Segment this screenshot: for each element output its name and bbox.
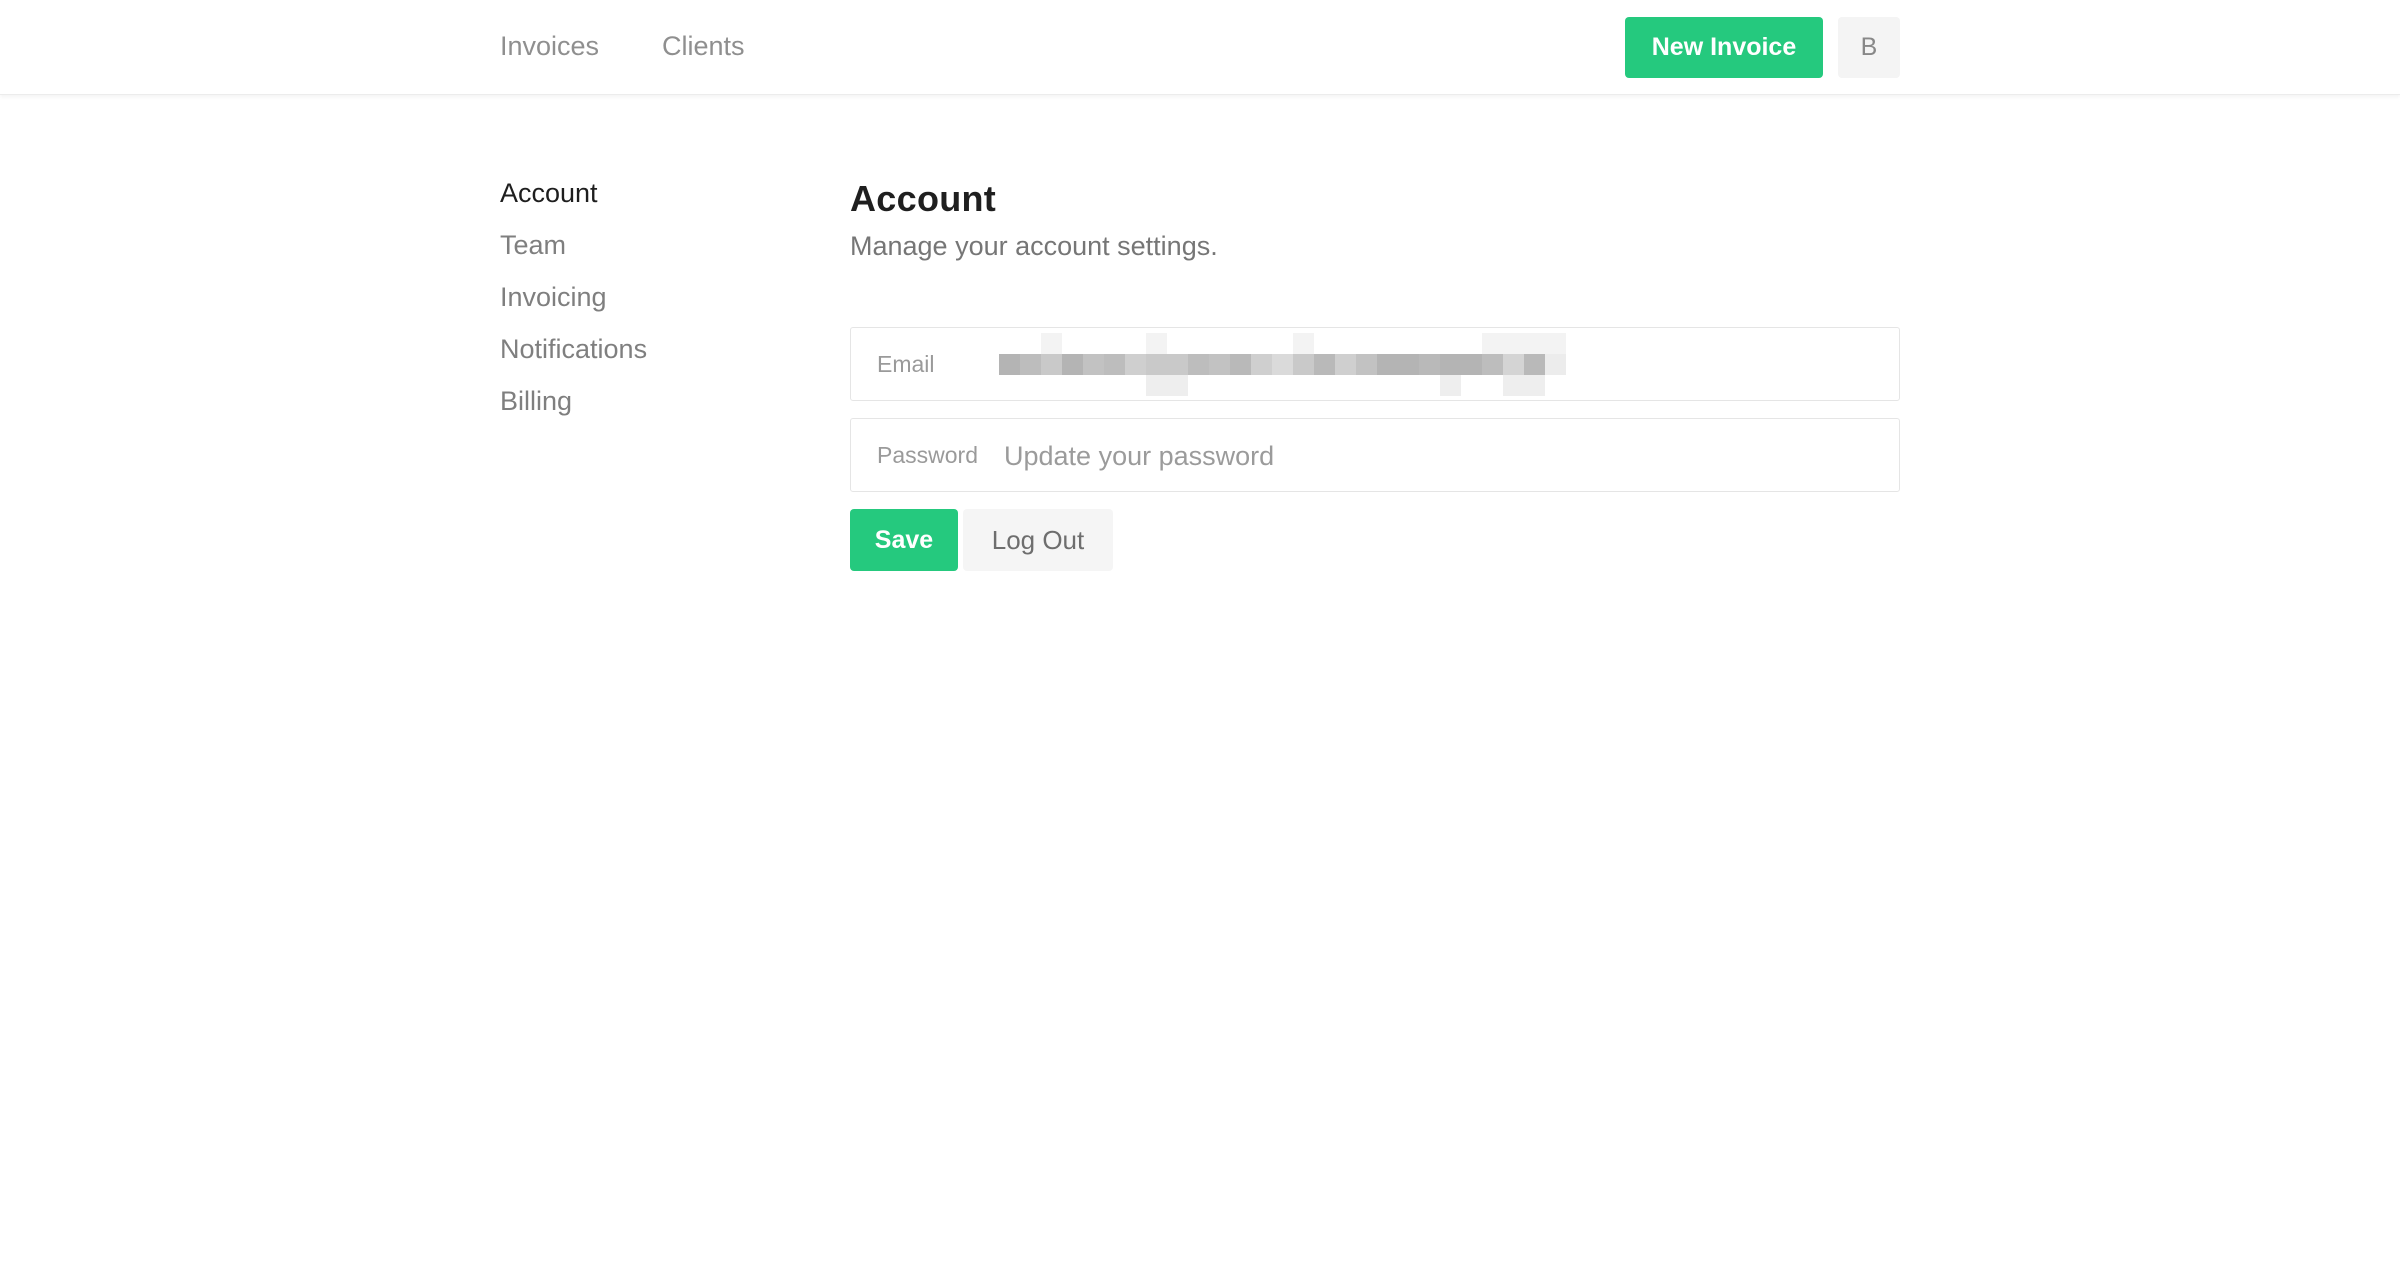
redaction-pixel xyxy=(1398,354,1419,375)
redaction-pixel xyxy=(1503,375,1524,396)
redaction-pixel xyxy=(1545,333,1566,354)
redaction-pixel xyxy=(1419,354,1440,375)
redaction-pixel xyxy=(1251,354,1272,375)
redaction-pixel xyxy=(1209,354,1230,375)
save-button[interactable]: Save xyxy=(850,509,958,571)
password-input[interactable] xyxy=(1004,431,1884,481)
redaction-pixel xyxy=(1482,333,1503,354)
new-invoice-button[interactable]: New Invoice xyxy=(1625,17,1823,78)
redaction-pixel xyxy=(1293,333,1314,354)
sidebar-item-account[interactable]: Account xyxy=(500,175,800,227)
redaction-pixel xyxy=(1440,375,1461,396)
redaction-pixel xyxy=(1461,354,1482,375)
logout-button[interactable]: Log Out xyxy=(963,509,1113,571)
redaction-pixel xyxy=(1125,354,1146,375)
redaction-pixel xyxy=(1062,354,1083,375)
password-field[interactable]: Password xyxy=(850,418,1900,492)
page-title: Account xyxy=(850,178,997,219)
sidebar-item-notifications[interactable]: Notifications xyxy=(500,331,800,383)
redaction-pixel xyxy=(1230,354,1251,375)
password-label: Password xyxy=(877,442,978,468)
settings-sidebar: Account Team Invoicing Notifications Bil… xyxy=(500,175,800,435)
redaction-pixel xyxy=(1041,333,1062,354)
redaction-pixel xyxy=(1293,354,1314,375)
redaction-pixel xyxy=(1524,375,1545,396)
redaction-pixel xyxy=(1314,354,1335,375)
redaction-pixel xyxy=(1545,354,1566,375)
redaction-pixel xyxy=(1272,354,1293,375)
user-avatar-button[interactable]: B xyxy=(1838,17,1900,78)
redaction-pixel xyxy=(1440,354,1461,375)
redaction-pixel xyxy=(999,354,1020,375)
email-field[interactable]: Email xyxy=(850,327,1900,401)
redacted-email-value[interactable] xyxy=(999,332,1579,396)
redaction-pixel xyxy=(1167,354,1188,375)
redaction-pixel xyxy=(1524,354,1545,375)
redaction-pixel xyxy=(1524,333,1545,354)
email-label: Email xyxy=(877,351,935,377)
nav-link-clients[interactable]: Clients xyxy=(662,28,745,64)
redaction-pixel xyxy=(1335,354,1356,375)
sidebar-item-team[interactable]: Team xyxy=(500,227,800,279)
redaction-pixel xyxy=(1377,354,1398,375)
redaction-pixel xyxy=(1083,354,1104,375)
page-subtitle: Manage your account settings. xyxy=(850,231,1218,261)
nav-link-invoices[interactable]: Invoices xyxy=(500,28,599,64)
redaction-pixel xyxy=(1146,375,1167,396)
sidebar-item-invoicing[interactable]: Invoicing xyxy=(500,279,800,331)
top-navigation-bar: Invoices Clients New Invoice B xyxy=(0,0,2400,95)
sidebar-item-billing[interactable]: Billing xyxy=(500,383,800,435)
redaction-pixel xyxy=(1041,354,1062,375)
account-settings-panel: Account Manage your account settings. Em… xyxy=(850,175,1900,571)
redaction-pixel xyxy=(1146,333,1167,354)
redaction-pixel xyxy=(1503,333,1524,354)
redaction-pixel xyxy=(1503,354,1524,375)
redaction-pixel xyxy=(1146,354,1167,375)
redaction-pixel xyxy=(1482,354,1503,375)
redaction-pixel xyxy=(1020,354,1041,375)
redaction-pixel xyxy=(1167,375,1188,396)
redaction-pixel xyxy=(1104,354,1125,375)
redaction-pixel xyxy=(1356,354,1377,375)
redaction-pixel xyxy=(1188,354,1209,375)
